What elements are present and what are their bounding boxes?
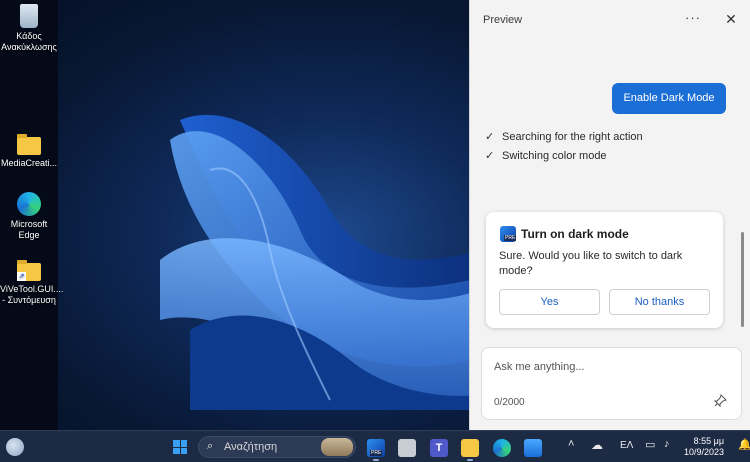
close-button[interactable]: ✕ xyxy=(722,10,740,28)
language-indicator[interactable]: ΕΛ xyxy=(620,440,633,451)
task-view-icon[interactable] xyxy=(398,439,416,457)
running-indicator xyxy=(467,459,473,461)
panel-header: Preview ··· ✕ xyxy=(470,0,750,40)
desktop-icon-mediacreation[interactable]: MediaCreati... xyxy=(0,131,58,169)
desktop-icon-label: ViVeTool.GUI.... - Συντόμευση xyxy=(0,284,64,305)
copilot-panel: Preview ··· ✕ Enable Dark Mode ✓ Searchin… xyxy=(469,0,750,430)
onedrive-icon[interactable]: ☁ xyxy=(591,438,603,452)
desktop-icon-label: Microsoft Edge xyxy=(10,219,48,240)
clock-time: 8:55 μμ xyxy=(693,436,725,446)
enable-dark-mode-button[interactable]: Enable Dark Mode xyxy=(612,83,726,114)
recycle-bin-icon xyxy=(20,4,38,28)
store-icon[interactable] xyxy=(524,439,542,457)
desktop-icon-recycle-bin[interactable]: Κάδος Ανακύκλωσης xyxy=(0,4,58,53)
desktop: Κάδος Ανακύκλωσης MediaCreati... Microso… xyxy=(0,0,469,430)
taskbar-search[interactable]: ⌕ Αναζήτηση xyxy=(198,436,356,458)
checkmark-icon: ✓ xyxy=(485,150,495,162)
desktop-icon-vivetool[interactable]: ↗ ViVeTool.GUI.... - Συντόμευση xyxy=(0,259,64,306)
step-item: ✓ Searching for the right action xyxy=(485,130,643,143)
start-button[interactable] xyxy=(168,435,192,459)
running-indicator xyxy=(373,459,379,461)
desktop-icon-label: Κάδος Ανακύκλωσης xyxy=(1,31,57,52)
notification-bell-icon[interactable]: 🔔 xyxy=(738,438,750,451)
dark-mode-card: PRE Turn on dark mode Sure. Would you li… xyxy=(486,212,723,328)
scrollbar-thumb[interactable] xyxy=(741,232,744,327)
step-label: Searching for the right action xyxy=(502,131,643,143)
chevron-up-icon[interactable]: ˄ xyxy=(568,438,574,450)
copilot-taskbar-icon[interactable] xyxy=(367,439,385,457)
search-icon: ⌕ xyxy=(207,440,214,452)
network-icon[interactable]: ▭ xyxy=(645,438,655,451)
no-thanks-button[interactable]: No thanks xyxy=(609,289,710,315)
ask-input[interactable] xyxy=(494,361,724,373)
card-title: Turn on dark mode xyxy=(521,227,629,241)
checkmark-icon: ✓ xyxy=(485,131,495,143)
desktop-icon-label: MediaCreati... xyxy=(0,158,58,168)
preview-badge: PRE xyxy=(504,235,517,241)
desktop-icon-edge[interactable]: Microsoft Edge xyxy=(0,192,58,241)
teams-icon[interactable]: T xyxy=(430,439,448,457)
folder-shortcut-icon: ↗ xyxy=(17,260,41,281)
file-explorer-icon[interactable] xyxy=(461,439,479,457)
panel-title: Preview xyxy=(483,14,523,26)
shortcut-arrow-icon: ↗ xyxy=(17,272,26,281)
edge-taskbar-icon[interactable] xyxy=(493,439,511,457)
character-count: 0/2000 xyxy=(494,397,525,408)
card-body: Sure. Would you like to switch to dark m… xyxy=(499,250,683,277)
volume-icon[interactable]: ♪ xyxy=(664,438,670,450)
step-label: Switching color mode xyxy=(502,150,607,162)
windows-logo-icon xyxy=(173,440,187,454)
clock-date: 10/9/2023 xyxy=(684,447,725,457)
search-highlight-image xyxy=(321,438,353,456)
search-placeholder: Αναζήτηση xyxy=(224,441,278,453)
more-options-button[interactable]: ··· xyxy=(684,10,702,28)
clock[interactable]: 8:55 μμ 10/9/2023 xyxy=(684,436,724,458)
chat-input-box: 0/2000 xyxy=(481,347,742,420)
yes-button[interactable]: Yes xyxy=(499,289,600,315)
weather-widget-icon[interactable] xyxy=(6,438,24,456)
edge-icon xyxy=(17,192,41,216)
folder-icon xyxy=(17,134,41,155)
taskbar: ⌕ Αναζήτηση T ˄ ☁ ΕΛ ▭ ♪ 8:55 μμ 10/9/20… xyxy=(0,430,750,462)
wallpaper-bloom xyxy=(160,114,469,410)
pin-icon[interactable] xyxy=(712,394,728,410)
step-item: ✓ Switching color mode xyxy=(485,149,607,162)
copilot-icon: PRE xyxy=(500,226,517,242)
